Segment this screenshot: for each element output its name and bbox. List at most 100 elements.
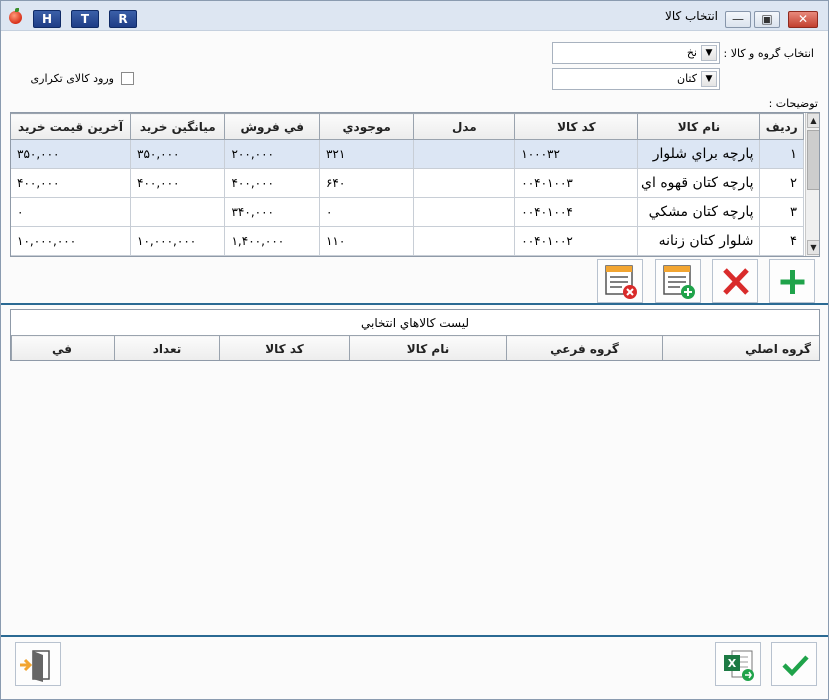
x-icon	[723, 268, 749, 295]
vertical-scrollbar[interactable]: ▲ ▼	[805, 113, 819, 256]
col-sub-group[interactable]: گروه فرعي	[506, 335, 663, 360]
minimize-button[interactable]: —	[725, 11, 751, 28]
maximize-icon: ▣	[761, 12, 773, 26]
chevron-down-icon[interactable]: ▼	[701, 71, 717, 87]
item-combo[interactable]: کتان ▼	[552, 68, 720, 90]
cell-code[interactable]: ۰۰۴۰۱۰۰۳	[514, 168, 639, 198]
exit-door-icon	[20, 650, 50, 682]
col-sale-price[interactable]: في فروش	[224, 113, 320, 140]
h-button[interactable]: H	[33, 10, 61, 28]
close-icon: ✕	[797, 12, 809, 26]
table-row[interactable]: ۲ پارچه کتان قهوه اي ۰۰۴۰۱۰۰۳ ۶۴۰ ۴۰۰,۰۰۰ ۴۰۰…	[11, 168, 804, 198]
selected-list: ليست کالاهاي انتخابي گروه اصلي گروه فرعي…	[10, 309, 820, 361]
col-main-group[interactable]: گروه اصلي	[662, 335, 819, 360]
selected-list-title: ليست کالاهاي انتخابي	[360, 316, 470, 330]
cell-stock[interactable]: ۰	[318, 197, 415, 227]
cell-last-purchase[interactable]: ۱۰,۰۰۰,۰۰۰	[11, 226, 132, 256]
group-combo[interactable]: نخ ▼	[552, 42, 720, 64]
add-item-button[interactable]	[769, 259, 815, 303]
cell-model[interactable]	[413, 139, 516, 169]
cell-row[interactable]: ۴	[759, 226, 804, 256]
col-code[interactable]: کد کالا	[514, 113, 639, 140]
notes-label: توضیحات :	[768, 97, 818, 110]
selected-table: گروه اصلي گروه فرعي نام کالا کد کالا تعد…	[11, 335, 819, 360]
chevron-down-icon[interactable]: ▼	[701, 45, 717, 61]
cell-code[interactable]: ۰۰۴۰۱۰۰۴	[514, 197, 639, 227]
col-quantity[interactable]: تعداد	[114, 335, 220, 360]
cell-name[interactable]: پارچه کتان قهوه اي	[637, 168, 761, 198]
cell-model[interactable]	[413, 226, 516, 256]
col-item-code[interactable]: کد کالا	[219, 335, 350, 360]
cell-name[interactable]: شلوار کتان زنانه	[637, 226, 761, 256]
col-stock[interactable]: موجودي	[318, 113, 415, 140]
close-button[interactable]: ✕	[788, 11, 818, 28]
table-row[interactable]: ۳ پارچه کتان مشکي ۰۰۴۰۱۰۰۴ ۰ ۳۴۰,۰۰۰ ۰	[11, 197, 804, 227]
cell-last-purchase[interactable]: ۰	[11, 197, 132, 227]
item-value: کتان	[677, 72, 697, 85]
cell-row[interactable]: ۲	[759, 168, 804, 198]
cell-code[interactable]: ۰۰۴۰۱۰۰۲	[514, 226, 639, 256]
list-remove-icon	[605, 265, 637, 299]
plus-icon	[780, 270, 805, 294]
group-value: نخ	[686, 46, 697, 59]
cell-avg-purchase[interactable]	[130, 197, 226, 227]
svg-text:X: X	[728, 657, 737, 670]
cell-stock[interactable]: ۶۴۰	[318, 168, 415, 198]
excel-export-button[interactable]: X	[715, 642, 761, 686]
t-button[interactable]: T	[71, 10, 99, 28]
delete-item-button[interactable]	[712, 259, 758, 303]
cell-avg-purchase[interactable]: ۴۰۰,۰۰۰	[130, 168, 226, 198]
checkmark-icon	[782, 655, 809, 677]
cell-last-purchase[interactable]: ۴۰۰,۰۰۰	[11, 168, 132, 198]
col-avg-purchase[interactable]: ميانگين خريد	[130, 113, 226, 140]
cell-sale-price[interactable]: ۴۰۰,۰۰۰	[224, 168, 320, 198]
group-label: انتخاب گروه و کالا :	[723, 47, 815, 60]
col-model[interactable]: مدل	[413, 113, 516, 140]
cell-code[interactable]: ۱۰۰۰۳۲	[514, 139, 639, 169]
app-apple-icon	[9, 8, 22, 24]
repeat-items-label: ورود کالای تکراری	[30, 72, 114, 85]
list-add-icon	[663, 265, 695, 299]
cell-row[interactable]: ۳	[759, 197, 804, 227]
col-price[interactable]: في	[11, 335, 115, 360]
cell-sale-price[interactable]: ۲۰۰,۰۰۰	[224, 139, 320, 169]
cell-model[interactable]	[413, 168, 516, 198]
window: H T R انتخاب کالا — ▣ ✕ انتخاب گروه و کا…	[0, 0, 829, 700]
cell-avg-purchase[interactable]: ۳۵۰,۰۰۰	[130, 139, 226, 169]
goods-table-body: ۱ پارچه براي شلوار ۱۰۰۰۳۲ ۳۲۱ ۲۰۰,۰۰۰ ۳۵۰,۰۰۰…	[11, 139, 804, 256]
repeat-items-checkbox[interactable]	[121, 72, 134, 85]
table-row[interactable]: ۴ شلوار کتان زنانه ۰۰۴۰۱۰۰۲ ۱۱۰ ۱,۴۰۰,۰۰۰ ۱۰,…	[11, 226, 804, 256]
remove-all-button[interactable]	[597, 259, 643, 303]
scroll-thumb[interactable]	[807, 130, 819, 190]
minimize-icon: —	[732, 12, 744, 26]
footer-divider	[1, 635, 828, 637]
goods-table: رديف نام کالا کد کالا مدل موجودي في فروش…	[11, 113, 804, 256]
maximize-button[interactable]: ▣	[754, 11, 780, 28]
cell-stock[interactable]: ۱۱۰	[318, 226, 415, 256]
exit-button[interactable]	[15, 642, 61, 686]
cell-name[interactable]: پارچه براي شلوار	[637, 139, 761, 169]
cell-stock[interactable]: ۳۲۱	[318, 139, 415, 169]
cell-avg-purchase[interactable]: ۱۰,۰۰۰,۰۰۰	[130, 226, 226, 256]
window-title: انتخاب کالا	[664, 9, 718, 23]
cell-model[interactable]	[413, 197, 516, 227]
excel-icon: X	[724, 650, 754, 681]
scroll-down-icon[interactable]: ▼	[807, 240, 819, 255]
confirm-button[interactable]	[771, 642, 817, 686]
table-row[interactable]: ۱ پارچه براي شلوار ۱۰۰۰۳۲ ۳۲۱ ۲۰۰,۰۰۰ ۳۵۰,۰۰۰…	[11, 139, 804, 169]
col-row[interactable]: رديف	[759, 113, 804, 140]
cell-sale-price[interactable]: ۳۴۰,۰۰۰	[224, 197, 320, 227]
scroll-up-icon[interactable]: ▲	[807, 113, 819, 128]
cell-sale-price[interactable]: ۱,۴۰۰,۰۰۰	[224, 226, 320, 256]
cell-last-purchase[interactable]: ۳۵۰,۰۰۰	[11, 139, 132, 169]
cell-name[interactable]: پارچه کتان مشکي	[637, 197, 761, 227]
col-last-purchase[interactable]: آخرين قيمت خريد	[11, 113, 132, 140]
section-divider	[1, 303, 828, 305]
cell-row[interactable]: ۱	[759, 139, 804, 169]
col-name[interactable]: نام کالا	[637, 113, 761, 140]
goods-grid: رديف نام کالا کد کالا مدل موجودي في فروش…	[10, 112, 820, 257]
title-bar: H T R انتخاب کالا — ▣ ✕	[1, 1, 828, 31]
add-all-button[interactable]	[655, 259, 701, 303]
col-item-name[interactable]: نام کالا	[349, 335, 507, 360]
r-button[interactable]: R	[109, 10, 137, 28]
